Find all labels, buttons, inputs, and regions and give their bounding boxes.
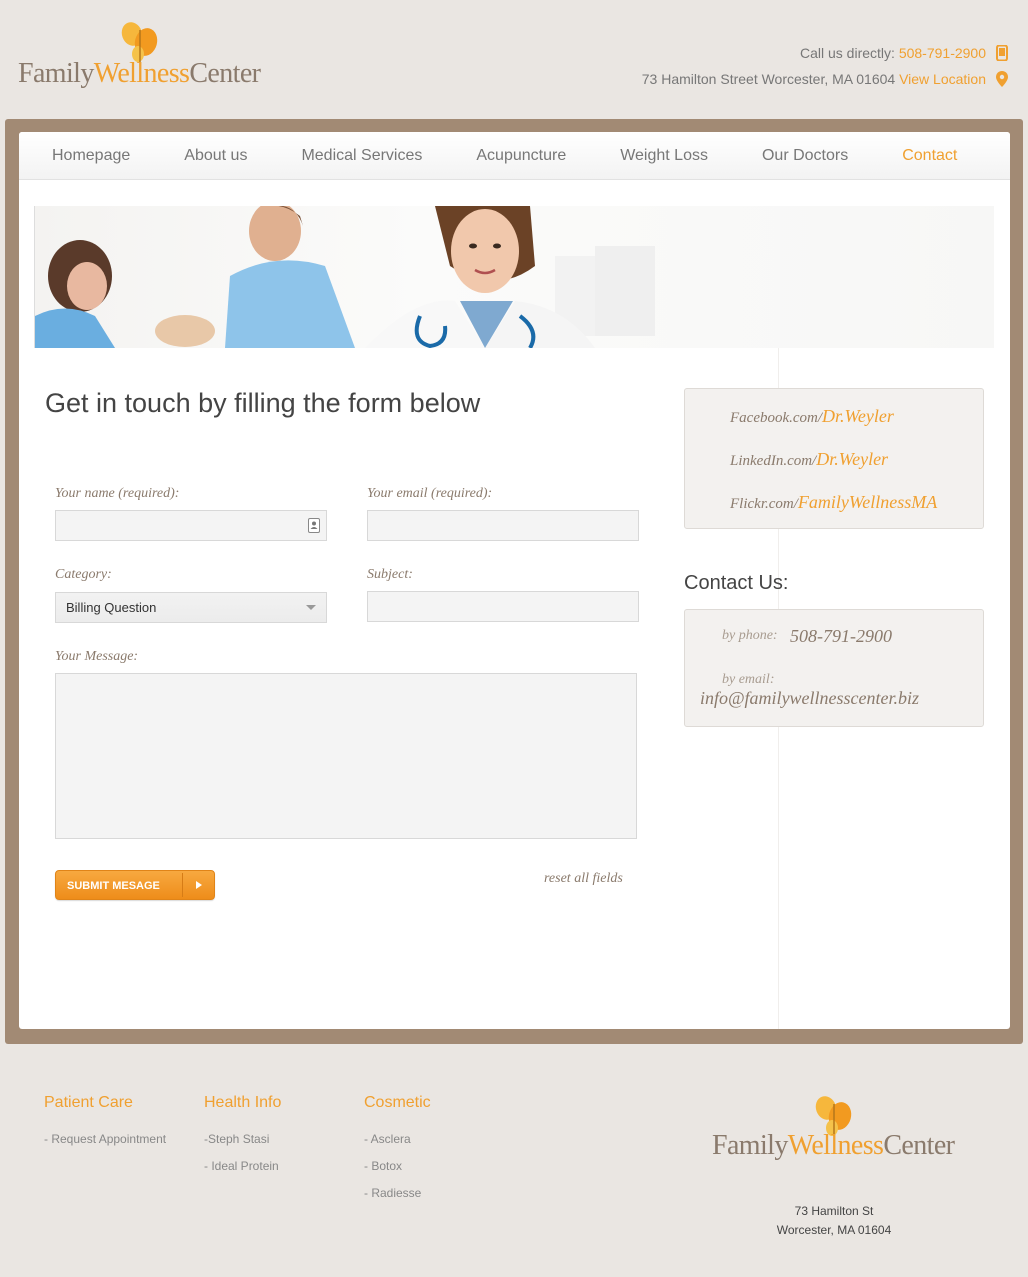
email-label: Your email (required):	[367, 486, 493, 501]
nav-acupuncture[interactable]: Acupuncture	[457, 132, 585, 180]
category-select[interactable]: Billing Question	[55, 592, 327, 623]
footer-link[interactable]: - Botox	[364, 1159, 431, 1186]
social-facebook[interactable]: Facebook.com/Dr.Weyler	[730, 406, 894, 427]
call-label: Call us directly:	[800, 45, 895, 61]
nav-contact[interactable]: Contact	[883, 132, 976, 180]
contact-info-box: by phone: 508-791-2900 by email: info@fa…	[684, 609, 984, 727]
footer-link[interactable]: - Request Appointment	[44, 1132, 166, 1159]
form-title: Get in touch by filling the form below	[45, 388, 481, 418]
contact-heading: Contact Us:	[684, 572, 789, 594]
submit-divider	[182, 873, 183, 897]
logo-wordmark: FamilyWellnessCenter	[18, 58, 261, 89]
linkedin-prefix: LinkedIn.com/	[730, 453, 817, 469]
header-phone[interactable]: 508-791-2900	[899, 42, 986, 64]
message-textarea[interactable]	[55, 673, 637, 839]
footer-link[interactable]: - Radiesse	[364, 1186, 431, 1213]
subject-input[interactable]	[367, 591, 639, 622]
category-value: Billing Question	[66, 600, 157, 615]
footer-address: 73 Hamilton St Worcester, MA 01604	[734, 1202, 934, 1240]
social-flickr[interactable]: Flickr.com/FamilyWellnessMA	[730, 492, 937, 513]
contact-card-icon[interactable]	[308, 518, 320, 533]
footer-col-patient-care: Patient Care - Request Appointment	[44, 1094, 166, 1159]
nav-our-doctors[interactable]: Our Doctors	[743, 132, 867, 180]
site-logo[interactable]: FamilyWellnessCenter	[18, 20, 268, 92]
footer-link[interactable]: - Asclera	[364, 1132, 431, 1159]
email-label-contact: by email:	[722, 672, 775, 687]
view-location-link[interactable]: View Location	[899, 68, 986, 90]
facebook-handle[interactable]: Dr.Weyler	[822, 406, 894, 426]
contact-phone[interactable]: 508-791-2900	[790, 626, 892, 647]
footer-heading: Cosmetic	[364, 1094, 431, 1111]
banner-illustration	[35, 206, 655, 348]
banner-image	[34, 206, 994, 348]
footer-heading: Health Info	[204, 1094, 282, 1111]
nav-medical-services[interactable]: Medical Services	[282, 132, 441, 180]
header-contact: Call us directly: 508-791-2900 73 Hamilt…	[642, 40, 1010, 92]
nav-about-us[interactable]: About us	[165, 132, 266, 180]
flickr-handle[interactable]: FamilyWellnessMA	[798, 492, 937, 512]
footer-col-health-info: Health Info -Steph Stasi - Ideal Protein	[204, 1094, 281, 1186]
phone-label: by phone:	[722, 628, 778, 643]
nav-homepage[interactable]: Homepage	[33, 132, 149, 180]
name-input[interactable]	[55, 510, 327, 541]
main-frame: Homepage About us Medical Services Acupu…	[5, 119, 1023, 1044]
footer-link[interactable]: - Ideal Protein	[204, 1159, 281, 1186]
contact-email[interactable]: info@familywellnesscenter.biz	[700, 688, 919, 709]
play-arrow-icon	[196, 881, 202, 889]
submit-button[interactable]: SUBMIT MESAGE	[55, 870, 215, 900]
footer-address-line1: 73 Hamilton St	[794, 1204, 874, 1218]
social-links-box: Facebook.com/Dr.Weyler LinkedIn.com/Dr.W…	[684, 388, 984, 529]
footer-heading: Patient Care	[44, 1094, 133, 1111]
footer-col-cosmetic: Cosmetic - Asclera - Botox - Radiesse	[364, 1094, 431, 1213]
map-pin-icon	[996, 71, 1010, 87]
message-label: Your Message:	[55, 649, 139, 664]
nav-weight-loss[interactable]: Weight Loss	[601, 132, 727, 180]
name-label: Your name (required):	[55, 486, 180, 501]
category-label: Category:	[55, 567, 112, 582]
phone-icon	[996, 45, 1010, 61]
email-input[interactable]	[367, 510, 639, 541]
logo-wordmark: FamilyWellnessCenter	[712, 1130, 955, 1161]
footer-address-line2: Worcester, MA 01604	[776, 1223, 892, 1237]
footer-link[interactable]: -Steph Stasi	[204, 1132, 281, 1159]
header-phone-row: Call us directly: 508-791-2900	[642, 40, 1010, 66]
main-nav: Homepage About us Medical Services Acupu…	[19, 132, 1010, 180]
submit-label: SUBMIT MESAGE	[67, 880, 160, 892]
content-panel: Homepage About us Medical Services Acupu…	[19, 132, 1010, 1029]
header-address-row: 73 Hamilton Street Worcester, MA 01604 V…	[642, 66, 1010, 92]
flickr-prefix: Flickr.com/	[730, 496, 798, 512]
linkedin-handle[interactable]: Dr.Weyler	[816, 449, 888, 469]
chevron-down-icon	[306, 605, 316, 610]
social-linkedin[interactable]: LinkedIn.com/Dr.Weyler	[730, 449, 888, 470]
footer-logo[interactable]: FamilyWellnessCenter	[712, 1094, 972, 1174]
header-address: 73 Hamilton Street Worcester, MA 01604	[641, 71, 896, 87]
facebook-prefix: Facebook.com/	[730, 410, 823, 426]
subject-label: Subject:	[367, 567, 413, 582]
reset-fields-link[interactable]: reset all fields	[544, 871, 623, 887]
